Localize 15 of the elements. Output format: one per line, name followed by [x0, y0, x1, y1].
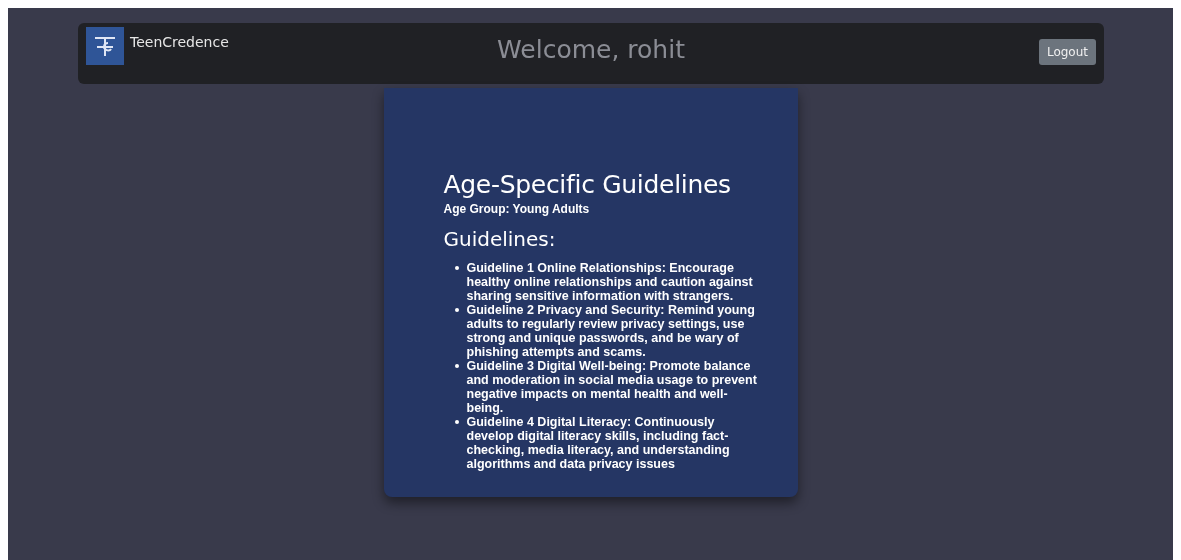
logo-icon[interactable]	[86, 27, 124, 65]
guideline-text: Guideline 4 Digital Literacy: Continuously develop digital literacy skills, including fact-checking, media literacy, and understanding algorithms and data privacy issues	[466, 415, 731, 471]
bullet-icon	[454, 308, 459, 312]
bullet-icon	[454, 364, 459, 368]
welcome-heading: Welcome, rohit	[497, 34, 685, 64]
guideline-text: Guideline 3 Digital Well-being: Promote balance and moderation in social media usage to prevent negative impacts on mental health and well-being.	[466, 359, 758, 415]
guideline-text: Guideline 1 Online Relationships: Encourage healthy online relationships and caution against sharing sensitive information with strangers.	[466, 261, 754, 303]
bullet-icon	[454, 266, 459, 270]
age-group-text: Age Group: Young Adults	[443, 202, 591, 216]
card-title: Age-Specific Guidelines	[443, 170, 732, 199]
logout-button[interactable]: Logout	[1038, 39, 1096, 65]
brand-name[interactable]: TeenCredence	[130, 27, 229, 50]
guideline-text: Guideline 2 Privacy and Security: Remind young adults to regularly review privacy settings, use strong and unique passwords, and be wary of phishing attempts and scams.	[466, 303, 756, 359]
section-heading: Guidelines:	[443, 227, 557, 251]
bullet-icon	[454, 420, 459, 424]
